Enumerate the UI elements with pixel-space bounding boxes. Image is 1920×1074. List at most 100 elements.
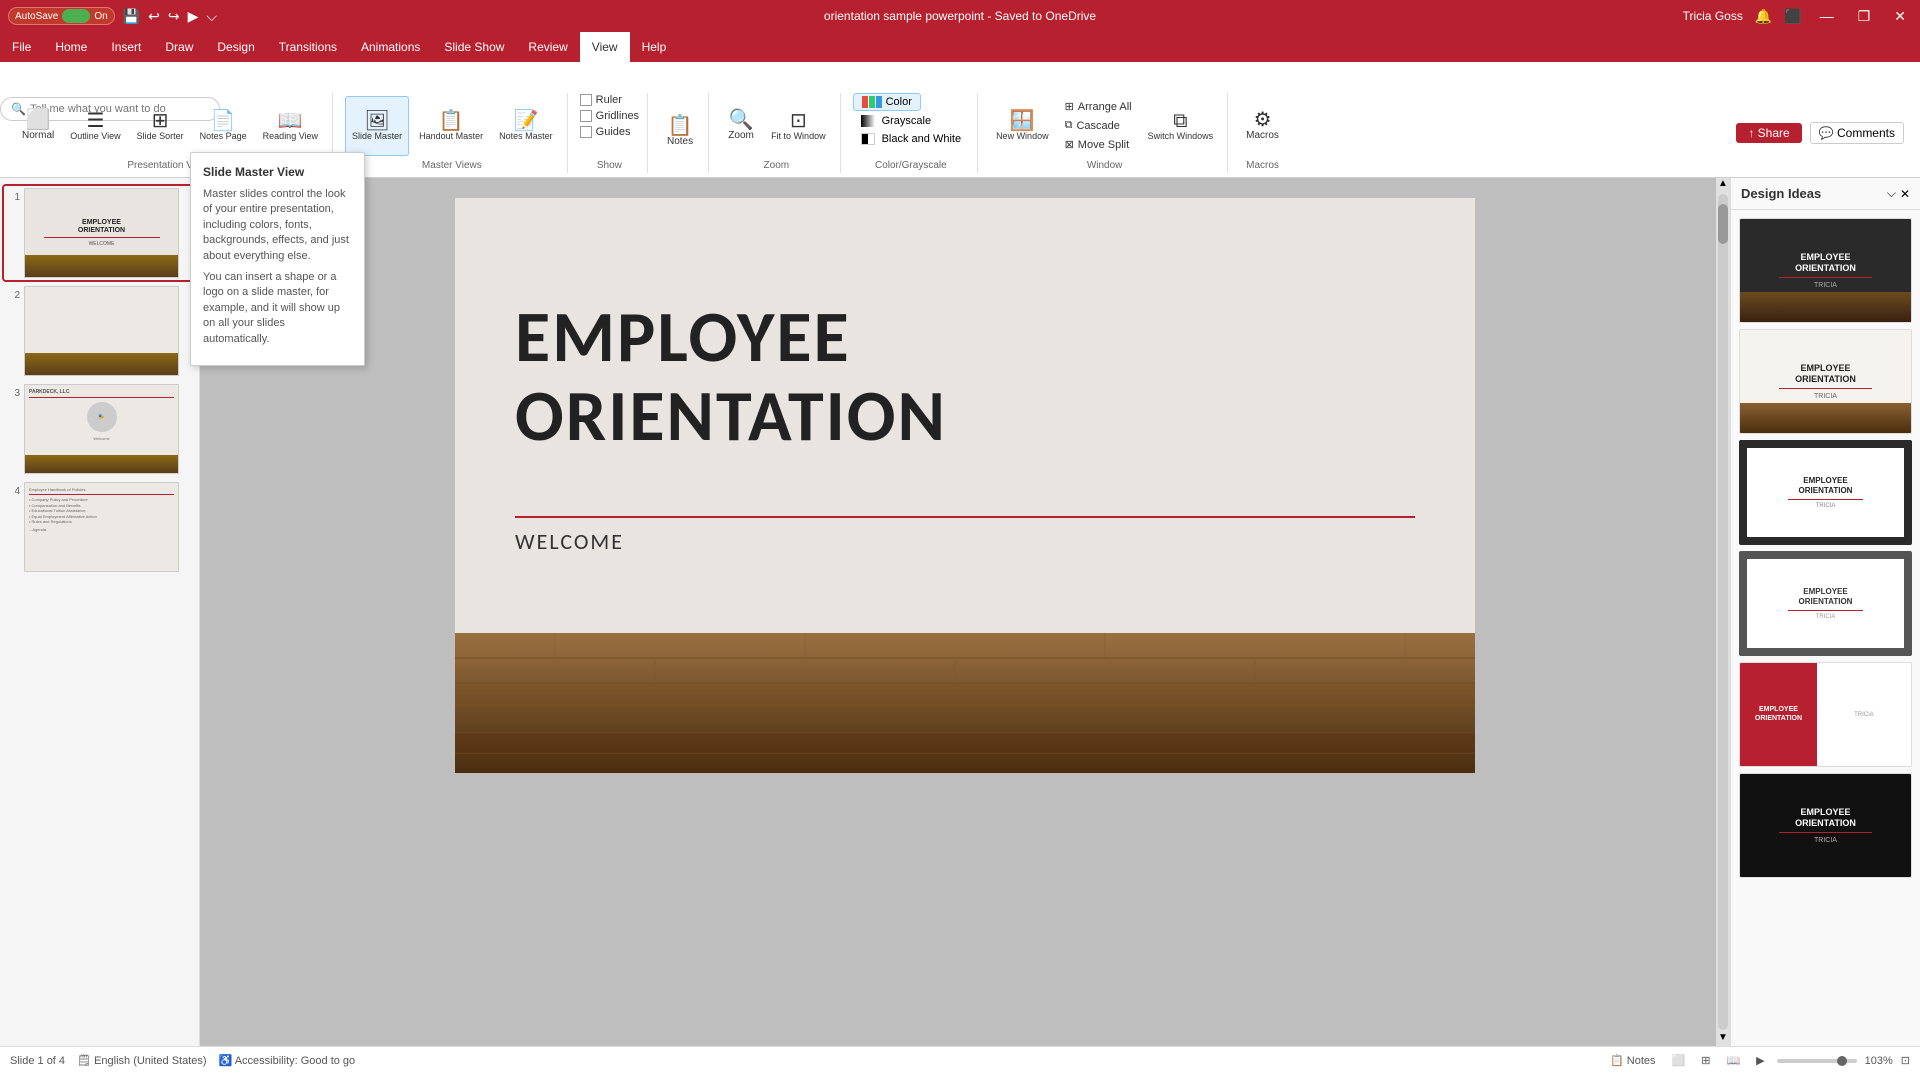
scroll-up-arrow[interactable]: ▲ (1716, 178, 1730, 192)
slide-thumb-1[interactable]: 1 EMPLOYEEORIENTATION WELCOME (4, 186, 195, 280)
fit-to-window-button[interactable]: ⊡ Fit to Window (765, 96, 832, 156)
arrange-all-button[interactable]: ⊞ Arrange All (1059, 98, 1138, 115)
notes-toggle-button[interactable]: 📋 Notes (1606, 1052, 1660, 1069)
color-swatch-icon (862, 96, 882, 108)
design-idea-4[interactable]: EMPLOYEEORIENTATION TRICIA (1739, 551, 1912, 656)
grayscale-swatch-icon (861, 115, 875, 127)
design-idea-2[interactable]: EMPLOYEEORIENTATION TRICIA (1739, 329, 1912, 434)
notes-master-button[interactable]: 📝 Notes Master (493, 96, 559, 156)
save-icon[interactable]: 💾 (123, 8, 140, 25)
tab-draw[interactable]: Draw (153, 32, 205, 62)
autosave-badge[interactable]: AutoSave On (8, 7, 115, 25)
thumb-floor-1 (25, 255, 178, 277)
notes-button[interactable]: 📋 Notes (660, 101, 700, 161)
slide-welcome-text: WELCOME (515, 528, 624, 555)
slide-master-label: Slide Master (352, 131, 402, 141)
black-white-option-button[interactable]: Black and White (853, 131, 969, 147)
design-idea-1[interactable]: EMPLOYEEORIENTATION TRICIA (1739, 218, 1912, 323)
design-ideas-title: Design Ideas (1741, 186, 1821, 201)
design-idea-3[interactable]: EMPLOYEEORIENTATION TRICIA (1739, 440, 1912, 545)
notes-master-icon: 📝 (513, 111, 538, 131)
restore-button[interactable]: ❐ (1852, 6, 1877, 27)
more-icon[interactable]: ⌵ (206, 8, 217, 25)
design-ideas-dropdown-icon[interactable]: ⌵ (1887, 186, 1896, 201)
reading-view-button[interactable]: 📖 Reading View (257, 96, 324, 156)
design-panel-close-icon[interactable]: ✕ (1900, 187, 1910, 201)
notes-master-label: Notes Master (499, 131, 553, 141)
macros-button[interactable]: ⚙ Macros (1240, 96, 1285, 156)
tab-review[interactable]: Review (516, 32, 579, 62)
ribbon-group-macros: ⚙ Macros Macros (1232, 93, 1293, 173)
normal-view-button[interactable]: ⬜ Normal (16, 96, 60, 156)
slide-thumb-2[interactable]: 2 (4, 284, 195, 378)
slideshow-status-button[interactable]: ▶ (1752, 1052, 1768, 1069)
share-area: ↑ Share 💬 Comments (1728, 93, 1912, 173)
slide-sorter-button[interactable]: ⊞ Slide Sorter (131, 96, 190, 156)
slide-sorter-status-button[interactable]: ⊞ (1697, 1052, 1714, 1069)
switch-windows-button[interactable]: ⧉ Switch Windows (1142, 96, 1220, 156)
present-icon[interactable]: ▶ (188, 8, 199, 25)
autosave-toggle[interactable] (62, 9, 90, 23)
arrange-all-icon: ⊞ (1065, 100, 1074, 113)
zoom-thumb[interactable] (1837, 1056, 1847, 1066)
slide-scrollbar[interactable]: ▲ ▼ (1716, 178, 1730, 1046)
main-area: 1 EMPLOYEEORIENTATION WELCOME 2 3 P (0, 178, 1920, 1046)
gridlines-checkbox[interactable]: Gridlines (580, 109, 639, 123)
tab-transitions[interactable]: Transitions (267, 32, 349, 62)
outline-icon: ☰ (86, 111, 104, 131)
window-buttons: 🪟 New Window ⊞ Arrange All ⧉ Cascade ⊠ M… (990, 93, 1219, 158)
close-button[interactable]: ✕ (1888, 6, 1912, 27)
design-idea-6[interactable]: EMPLOYEEORIENTATION TRICIA (1739, 773, 1912, 878)
share-button[interactable]: ↑ Share (1736, 123, 1801, 143)
tab-file[interactable]: File (0, 32, 43, 62)
undo-icon[interactable]: ↩ (148, 8, 160, 25)
cascade-button[interactable]: ⧉ Cascade (1059, 117, 1138, 134)
normal-view-status-button[interactable]: ⬜ (1668, 1052, 1690, 1069)
tab-slideshow[interactable]: Slide Show (432, 32, 516, 62)
grayscale-option-button[interactable]: Grayscale (853, 113, 940, 129)
slide-master-button[interactable]: 🖼 Slide Master (345, 96, 409, 156)
design-idea-5[interactable]: EMPLOYEEORIENTATION TRICIA (1739, 662, 1912, 767)
tab-view[interactable]: View (580, 32, 630, 62)
new-window-button[interactable]: 🪟 New Window (990, 96, 1055, 156)
tab-help[interactable]: Help (630, 32, 679, 62)
tab-home[interactable]: Home (43, 32, 99, 62)
macros-buttons: ⚙ Macros (1240, 93, 1285, 158)
slide-thumb-3[interactable]: 3 PARKDECK, LLC 🎭 Welcome (4, 382, 195, 476)
move-split-button[interactable]: ⊠ Move Split (1059, 136, 1138, 153)
fit-window-label: Fit to Window (771, 131, 826, 141)
outline-view-button[interactable]: ☰ Outline View (64, 96, 126, 156)
tab-animations[interactable]: Animations (349, 32, 432, 62)
reading-view-status-button[interactable]: 📖 (1722, 1052, 1744, 1069)
color-grayscale-label: Color/Grayscale (875, 158, 947, 173)
redo-icon[interactable]: ↪ (168, 8, 180, 25)
minimize-button[interactable]: — (1814, 6, 1840, 26)
floor-svg (455, 633, 1475, 773)
scroll-thumb[interactable] (1718, 204, 1728, 244)
notes-page-button[interactable]: 📄 Notes Page (194, 96, 253, 156)
ruler-checkbox[interactable]: Ruler (580, 93, 622, 107)
handout-master-button[interactable]: 📋 Handout Master (413, 96, 489, 156)
presentation-views-buttons: ⬜ Normal ☰ Outline View ⊞ Slide Sorter 📄… (16, 93, 324, 158)
slide-num-1: 1 (6, 188, 20, 203)
design-ideas-panel: Design Ideas ⌵ ✕ EMPLOYEEORIENTATION TRI… (1730, 178, 1920, 1046)
window-label: Window (1087, 158, 1123, 173)
guides-checkbox[interactable]: Guides (580, 125, 631, 139)
normal-icon: ⬜ (26, 110, 51, 130)
zoom-fit-button[interactable]: ⊡ (1901, 1054, 1910, 1067)
zoom-button[interactable]: 🔍 Zoom (721, 96, 761, 156)
tab-design[interactable]: Design (205, 32, 266, 62)
notification-icon[interactable]: 🔔 (1755, 8, 1772, 25)
ribbon-tab-bar: File Home Insert Draw Design Transitions… (0, 32, 1920, 62)
slide-sorter-icon: ⊞ (152, 111, 169, 131)
normal-label: Normal (22, 130, 54, 141)
tab-insert[interactable]: Insert (99, 32, 153, 62)
slide-sorter-label: Slide Sorter (137, 131, 184, 141)
comments-button[interactable]: 💬 Comments (1810, 122, 1904, 144)
color-option-button[interactable]: Color (853, 93, 921, 111)
ribbon-display-icon[interactable]: ⬛ (1784, 8, 1801, 25)
slide-thumb-4[interactable]: 4 Employee Handbook of Policies • Compan… (4, 480, 195, 574)
slide-divider-line (515, 516, 1415, 518)
zoom-slider[interactable] (1777, 1059, 1857, 1063)
scroll-down-arrow[interactable]: ▼ (1716, 1032, 1730, 1046)
